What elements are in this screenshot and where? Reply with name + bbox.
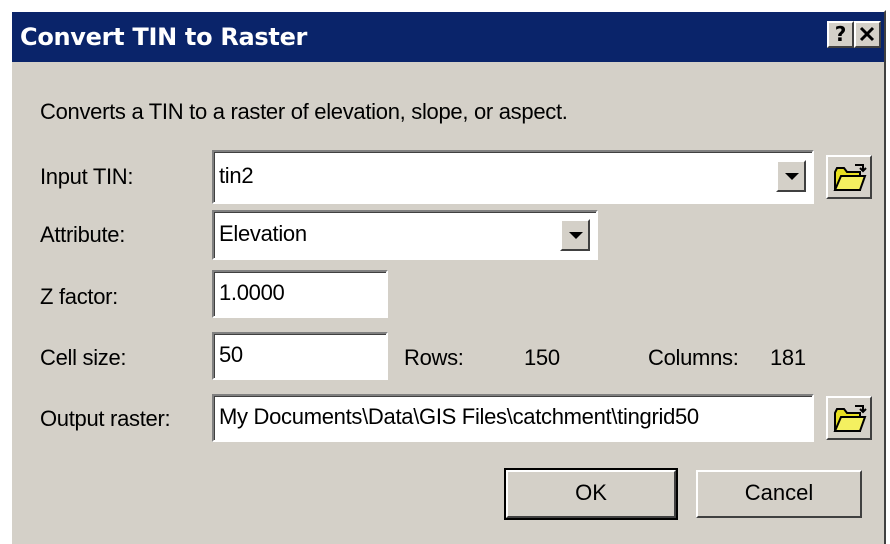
input-tin-value: tin2 (219, 163, 254, 188)
input-tin-browse-button[interactable] (826, 155, 872, 199)
description-text: Converts a TIN to a raster of elevation,… (40, 99, 568, 124)
cell-size-label: Cell size: (40, 345, 127, 370)
convert-tin-dialog: Convert TIN to Raster ? Converts a TIN t… (10, 10, 886, 544)
open-folder-icon (833, 405, 867, 432)
rows-label: Rows: (404, 345, 464, 370)
attribute-label: Attribute: (40, 222, 126, 247)
output-raster-browse-button[interactable] (826, 396, 872, 440)
columns-label: Columns: (648, 345, 739, 370)
window-title: Convert TIN to Raster (20, 23, 308, 51)
title-bar[interactable]: Convert TIN to Raster ? (12, 12, 884, 62)
close-button[interactable] (854, 21, 881, 48)
output-raster-label: Output raster: (40, 406, 171, 431)
attribute-value: Elevation (219, 221, 307, 246)
ok-button[interactable]: OK (504, 468, 678, 520)
chevron-down-icon[interactable] (560, 219, 590, 251)
input-tin-label: Input TIN: (40, 164, 134, 189)
attribute-select[interactable]: Elevation (212, 210, 598, 260)
help-button[interactable]: ? (827, 21, 854, 48)
z-factor-label: Z factor: (40, 284, 118, 309)
rows-value: 150 (524, 345, 560, 370)
columns-value: 181 (770, 345, 806, 370)
close-icon (859, 26, 875, 42)
output-raster-input[interactable]: My Documents\Data\GIS Files\catchment\ti… (212, 394, 814, 442)
open-folder-icon (833, 164, 867, 191)
cancel-button[interactable]: Cancel (696, 470, 862, 518)
input-tin-combobox[interactable]: tin2 (212, 150, 814, 204)
cell-size-input[interactable]: 50 (212, 332, 388, 380)
chevron-down-icon[interactable] (776, 160, 806, 192)
z-factor-input[interactable]: 1.0000 (212, 270, 388, 318)
